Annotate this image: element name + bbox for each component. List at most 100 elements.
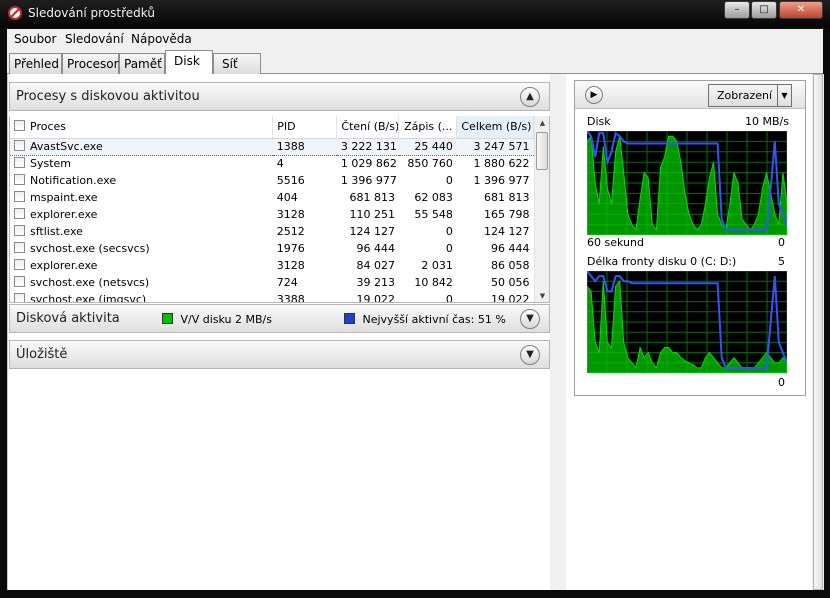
queue-graph-max: 5: [778, 255, 785, 268]
close-button[interactable]: ✕: [779, 1, 823, 19]
table-row[interactable]: AvastSvc.exe 1388 3 222 131 25 440 3 247 571: [10, 137, 534, 156]
row-checkbox[interactable]: [14, 174, 25, 185]
view-button[interactable]: Zobrazení ▼: [708, 84, 792, 107]
scroll-thumb[interactable]: [536, 132, 548, 170]
disk-graph-min: 0: [778, 236, 785, 249]
select-all-checkbox[interactable]: [14, 120, 25, 132]
tab-sit[interactable]: Síť: [213, 53, 261, 74]
row-checkbox[interactable]: [14, 140, 25, 151]
disk-graph-time: 60 sekund: [587, 236, 644, 249]
process-name: svchost.exe (imgsvc): [30, 293, 147, 303]
row-checkbox[interactable]: [14, 157, 25, 169]
maximize-button[interactable]: □: [751, 1, 777, 19]
view-button-label: Zobrazení: [717, 89, 773, 102]
scroll-up-icon[interactable]: ▲: [535, 116, 549, 130]
table-row[interactable]: svchost.exe (secsvcs) 1976 96 444 0 96 444: [10, 240, 534, 257]
write-cell: 55 548: [414, 208, 453, 221]
tab-procesor[interactable]: Procesor: [62, 53, 119, 74]
disk-activity-section-header[interactable]: Disková aktivita V/V disku 2 MB/s Nejvyš…: [9, 304, 550, 333]
total-cell: 19 022: [491, 293, 530, 303]
table-row[interactable]: Notification.exe 5516 1 396 977 0 1 396 977: [10, 172, 534, 189]
row-checkbox[interactable]: [14, 208, 25, 219]
read-cell: 124 127: [349, 225, 395, 238]
process-name-cell: System: [10, 155, 273, 172]
active-time-label: Nejvyšší aktivní čas: 51 %: [362, 313, 506, 326]
tab-prehled[interactable]: Přehled: [9, 53, 62, 74]
chevron-down-icon[interactable]: ▼: [777, 85, 791, 106]
total-cell: 165 798: [484, 208, 530, 221]
pane-splitter[interactable]: [550, 74, 566, 590]
read-cell: 681 813: [349, 191, 395, 204]
read-cell: 96 444: [356, 242, 395, 255]
expand-down-icon[interactable]: ▼: [520, 345, 540, 365]
pid-cell: 3128: [276, 208, 305, 221]
menu-sledovani[interactable]: Sledování: [65, 32, 124, 46]
column-header-pid[interactable]: PID: [272, 116, 338, 139]
right-scroll-thumb[interactable]: [813, 74, 823, 590]
processes-section-header[interactable]: Procesy s diskovou aktivitou ▲: [9, 82, 550, 111]
row-checkbox[interactable]: [14, 242, 25, 253]
column-header-process[interactable]: Proces: [10, 116, 274, 139]
pid-cell: 404: [276, 191, 298, 204]
process-name-cell: AvastSvc.exe: [10, 137, 273, 156]
column-header-read[interactable]: Čtení (B/s): [336, 116, 400, 139]
disk-graph: [587, 131, 787, 235]
table-row[interactable]: mspaint.exe 404 681 813 62 083 681 813: [10, 189, 534, 206]
title-bar[interactable]: Sledování prostředků – □ ✕: [0, 0, 830, 28]
row-checkbox[interactable]: [14, 259, 25, 270]
pid-cell: 1976: [276, 242, 305, 255]
write-cell: 0: [445, 242, 453, 255]
total-cell: 124 127: [484, 225, 530, 238]
row-checkbox[interactable]: [14, 191, 25, 202]
table-row[interactable]: svchost.exe (netsvcs) 724 39 213 10 842 50 0…: [10, 274, 534, 291]
io-legend-label: V/V disku 2 MB/s: [180, 313, 273, 326]
main-content: Procesy s diskovou aktivitou ▲ Proces PI…: [7, 74, 824, 590]
process-name: svchost.exe (secsvcs): [30, 242, 150, 255]
table-row[interactable]: explorer.exe 3128 110 251 55 548 165 798: [10, 206, 534, 223]
right-scrollbar[interactable]: [812, 74, 824, 590]
row-checkbox[interactable]: [14, 276, 25, 287]
pid-cell: 2512: [276, 225, 305, 238]
menu-napoveda[interactable]: Nápověda: [131, 32, 192, 46]
expand-down-icon[interactable]: ▼: [520, 309, 540, 329]
scroll-down-icon[interactable]: ▼: [535, 289, 549, 302]
column-label: Proces: [30, 120, 66, 134]
processes-table: Proces PID Čtení (B/s) Zápis (... Celkem…: [9, 116, 550, 303]
table-row[interactable]: System 4 1 029 862 850 760 1 880 622: [10, 155, 534, 172]
collapse-up-icon[interactable]: ▲: [520, 87, 540, 107]
process-name: mspaint.exe: [30, 191, 98, 204]
resource-monitor-icon: [8, 6, 22, 20]
minimize-button[interactable]: –: [724, 1, 750, 19]
app-window: Sledování prostředků – □ ✕ Soubor Sledov…: [0, 0, 830, 598]
green-legend-swatch: [162, 313, 173, 324]
read-cell: 19 022: [356, 293, 395, 303]
write-cell: 0: [445, 225, 453, 238]
process-name-cell: svchost.exe (imgsvc): [10, 291, 273, 303]
write-cell: 2 031: [421, 259, 453, 272]
row-checkbox[interactable]: [14, 225, 25, 236]
pid-cell: 1388: [272, 137, 337, 156]
disk-activity-title: Disková aktivita: [16, 311, 120, 326]
left-pane: Procesy s diskovou aktivitou ▲ Proces PI…: [8, 80, 550, 590]
process-name: explorer.exe: [30, 259, 98, 272]
table-row[interactable]: sftlist.exe 2512 124 127 0 124 127: [10, 223, 534, 240]
table-row[interactable]: svchost.exe (imgsvc) 3388 19 022 0 19 022: [10, 291, 534, 303]
menu-soubor[interactable]: Soubor: [14, 32, 56, 46]
tab-disk[interactable]: Disk: [165, 50, 213, 75]
menu-bar: Soubor Sledování Nápověda: [7, 29, 823, 49]
tab-pamet[interactable]: Paměť: [119, 53, 165, 74]
collapse-right-icon[interactable]: ▶: [585, 86, 603, 104]
storage-section-header[interactable]: Úložiště ▼: [9, 340, 550, 369]
write-cell: 850 760: [407, 157, 453, 171]
row-checkbox[interactable]: [14, 293, 25, 302]
processes-scrollbar[interactable]: ▲ ▼: [534, 116, 549, 302]
column-header-total[interactable]: Celkem (B/s): [456, 116, 534, 139]
pid-cell: 724: [276, 276, 298, 289]
table-row[interactable]: explorer.exe 3128 84 027 2 031 86 058: [10, 257, 534, 274]
total-cell: 1 396 977: [473, 174, 530, 187]
total-cell: 3 247 571: [456, 137, 534, 156]
column-header-write[interactable]: Zápis (...: [398, 116, 458, 139]
processes-section-title: Procesy s diskovou aktivitou: [16, 89, 200, 104]
graphs-toolbar: ▶ Zobrazení ▼: [575, 81, 805, 109]
blue-legend-swatch: [344, 313, 355, 324]
